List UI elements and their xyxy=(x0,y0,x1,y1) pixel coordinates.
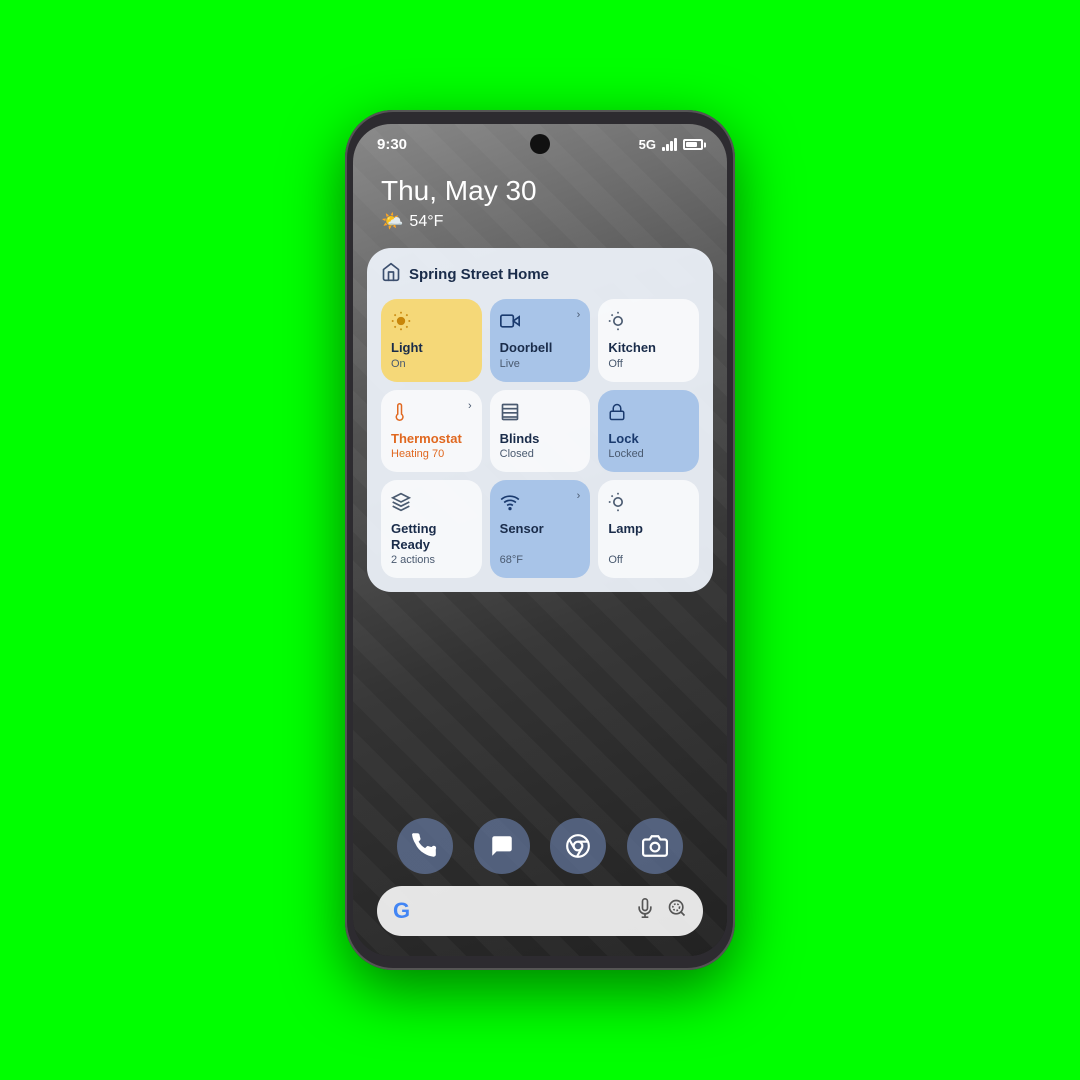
sensor-icon xyxy=(500,492,581,517)
camera-notch xyxy=(530,134,550,154)
smart-home-widget: Spring Street Home xyxy=(367,248,713,592)
mic-icon[interactable] xyxy=(635,898,655,924)
search-bar-icons xyxy=(635,898,687,924)
signal-bar-1 xyxy=(662,147,665,151)
getting-ready-status: 2 actions xyxy=(391,554,472,566)
thermostat-status: Heating 70 xyxy=(391,448,472,460)
weather-row: 🌤️ 54°F xyxy=(381,211,699,232)
tile-thermostat[interactable]: › Thermostat Heating 70 xyxy=(381,390,482,473)
tile-sensor[interactable]: › Sensor 68°F xyxy=(490,480,591,578)
signal-bar-3 xyxy=(670,141,673,151)
bottom-section: G xyxy=(353,818,727,956)
phone-app-icon[interactable] xyxy=(397,818,453,874)
thermostat-arrow-icon: › xyxy=(468,400,472,412)
doorbell-arrow-icon: › xyxy=(577,309,581,321)
phone-device: 9:30 5G Thu, May 30 🌤️ 54°F xyxy=(345,110,735,970)
doorbell-icon xyxy=(500,311,581,336)
network-type: 5G xyxy=(639,137,656,152)
tile-lock[interactable]: Lock Locked xyxy=(598,390,699,473)
getting-ready-icon xyxy=(391,492,472,517)
google-search-bar[interactable]: G xyxy=(377,886,703,936)
chrome-app-icon[interactable] xyxy=(550,818,606,874)
tile-light[interactable]: Light On xyxy=(381,299,482,382)
kitchen-name: Kitchen xyxy=(608,340,689,356)
google-logo: G xyxy=(393,898,410,924)
light-name: Light xyxy=(391,340,472,356)
app-dock xyxy=(377,818,703,874)
status-time: 9:30 xyxy=(377,136,407,153)
thermostat-icon xyxy=(391,402,472,427)
tile-getting-ready[interactable]: Getting Ready 2 actions xyxy=(381,480,482,578)
messages-app-icon[interactable] xyxy=(474,818,530,874)
widget-title: Spring Street Home xyxy=(409,266,549,283)
signal-bar-2 xyxy=(666,144,669,151)
getting-ready-name: Getting Ready xyxy=(391,521,472,552)
camera-app-icon[interactable] xyxy=(627,818,683,874)
kitchen-status: Off xyxy=(608,358,689,370)
blinds-icon xyxy=(500,402,581,427)
sensor-arrow-icon: › xyxy=(577,490,581,502)
tile-lamp[interactable]: Lamp Off xyxy=(598,480,699,578)
light-status: On xyxy=(391,358,472,370)
widget-header: Spring Street Home xyxy=(381,262,699,287)
tile-blinds[interactable]: Blinds Closed xyxy=(490,390,591,473)
kitchen-icon xyxy=(608,311,689,336)
sensor-status: 68°F xyxy=(500,554,581,566)
thermostat-name: Thermostat xyxy=(391,431,472,447)
doorbell-name: Doorbell xyxy=(500,340,581,356)
phone-screen: 9:30 5G Thu, May 30 🌤️ 54°F xyxy=(353,124,727,956)
status-indicators: 5G xyxy=(639,137,703,152)
signal-bar-4 xyxy=(674,138,677,151)
date-display: Thu, May 30 xyxy=(381,175,699,207)
blinds-status: Closed xyxy=(500,448,581,460)
lens-icon[interactable] xyxy=(667,898,687,924)
tile-kitchen[interactable]: Kitchen Off xyxy=(598,299,699,382)
lamp-icon xyxy=(608,492,689,517)
signal-icon xyxy=(662,138,677,151)
temperature-display: 54°F xyxy=(409,213,443,231)
device-tiles-grid: Light On › Doorbell Live xyxy=(381,299,699,578)
battery-fill xyxy=(686,142,697,147)
doorbell-status: Live xyxy=(500,358,581,370)
home-widget-icon xyxy=(381,262,401,287)
lamp-name: Lamp xyxy=(608,521,689,537)
lock-status: Locked xyxy=(608,448,689,460)
lock-name: Lock xyxy=(608,431,689,447)
date-weather-section: Thu, May 30 🌤️ 54°F xyxy=(353,159,727,244)
blinds-name: Blinds xyxy=(500,431,581,447)
battery-icon xyxy=(683,139,703,150)
weather-icon: 🌤️ xyxy=(381,211,403,232)
lock-icon xyxy=(608,402,689,427)
sensor-name: Sensor xyxy=(500,521,581,537)
lamp-status: Off xyxy=(608,554,689,566)
tile-doorbell[interactable]: › Doorbell Live xyxy=(490,299,591,382)
light-icon xyxy=(391,311,472,336)
